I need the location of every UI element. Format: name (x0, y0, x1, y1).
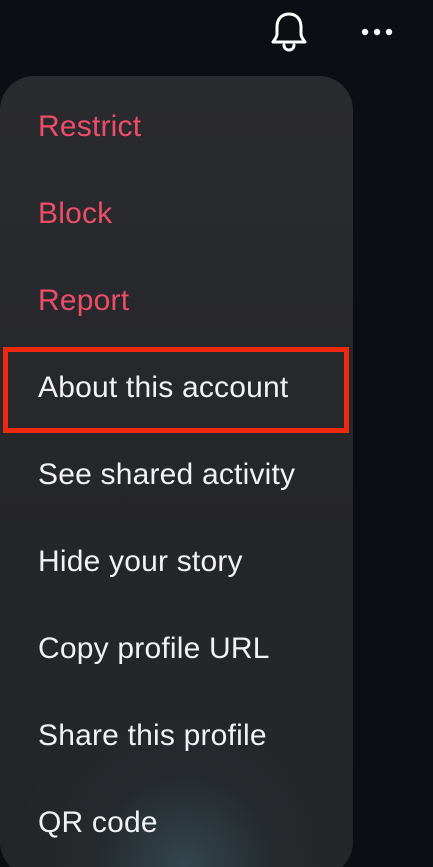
menu-item-see-shared-activity[interactable]: See shared activity (0, 431, 353, 518)
bell-icon (268, 9, 310, 58)
menu-item-block[interactable]: Block (0, 170, 353, 257)
screen: Restrict Block Report About this account… (0, 0, 433, 867)
notifications-button[interactable] (264, 8, 314, 58)
menu-item-share-this-profile[interactable]: Share this profile (0, 692, 353, 779)
more-options-button[interactable] (352, 8, 402, 58)
menu-item-restrict[interactable]: Restrict (0, 83, 353, 170)
top-bar (0, 0, 433, 70)
menu-item-qr-code[interactable]: QR code (0, 779, 353, 866)
more-horizontal-icon (359, 24, 395, 42)
menu-item-about-this-account[interactable]: About this account (0, 344, 353, 431)
menu-item-copy-profile-url[interactable]: Copy profile URL (0, 605, 353, 692)
menu-item-hide-your-story[interactable]: Hide your story (0, 518, 353, 605)
menu-item-report[interactable]: Report (0, 257, 353, 344)
profile-options-menu: Restrict Block Report About this account… (0, 76, 353, 867)
